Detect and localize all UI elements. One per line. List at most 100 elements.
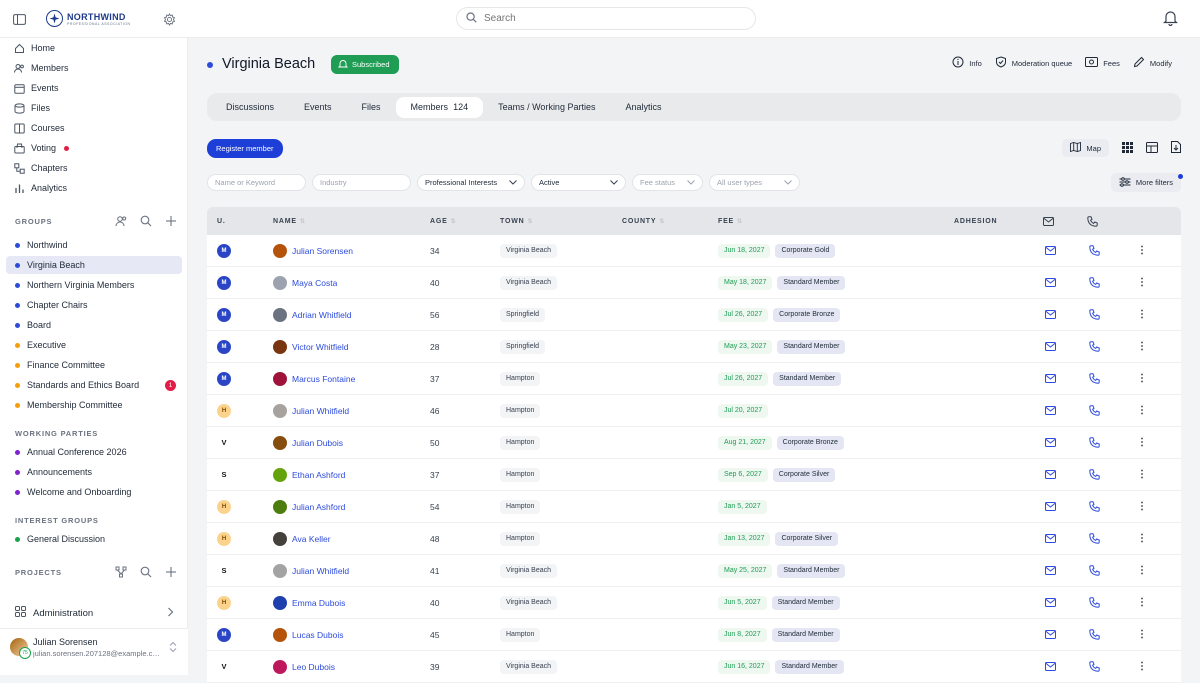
row-menu-kebab-icon[interactable]: ⋮ <box>1135 331 1149 362</box>
member-name-link[interactable]: Julian Whitfield <box>292 566 349 576</box>
table-row[interactable]: M Lucas Dubois 45 Hampton Jun 8, 2027 Standar… <box>207 619 1181 651</box>
register-member-button[interactable]: Register member <box>207 139 283 158</box>
email-member-icon[interactable] <box>1043 491 1057 522</box>
professional-interests-select[interactable]: Professional Interests <box>417 174 525 191</box>
column-header-county[interactable]: COUNTY ⇅ <box>622 207 665 235</box>
call-member-icon[interactable] <box>1087 555 1101 586</box>
row-menu-kebab-icon[interactable]: ⋮ <box>1135 651 1149 682</box>
manage-users-icon[interactable] <box>115 215 127 229</box>
row-menu-kebab-icon[interactable]: ⋮ <box>1135 587 1149 618</box>
more-filters-button[interactable]: More filters <box>1110 173 1183 192</box>
member-name-link[interactable]: Ava Keller <box>292 534 331 544</box>
email-member-icon[interactable] <box>1043 523 1057 554</box>
group-item-chapter-chairs[interactable]: Chapter Chairs <box>6 296 182 314</box>
call-member-icon[interactable] <box>1087 363 1101 394</box>
table-row[interactable]: M Adrian Whitfield 56 Springfield Jul 26, 20… <box>207 299 1181 331</box>
table-row[interactable]: H Emma Dubois 40 Virginia Beach Jun 5, 2027 S… <box>207 587 1181 619</box>
member-name-link[interactable]: Julian Dubois <box>292 438 343 448</box>
call-member-icon[interactable] <box>1087 491 1101 522</box>
member-name-link[interactable]: Emma Dubois <box>292 598 345 608</box>
tab-discussions[interactable]: Discussions <box>211 97 289 118</box>
row-menu-kebab-icon[interactable]: ⋮ <box>1135 299 1149 330</box>
tab-members[interactable]: Members 124 <box>395 96 484 118</box>
row-menu-kebab-icon[interactable]: ⋮ <box>1135 363 1149 394</box>
email-member-icon[interactable] <box>1043 619 1057 650</box>
member-name-link[interactable]: Julian Sorensen <box>292 246 353 256</box>
group-item-announcements[interactable]: Announcements <box>6 463 182 481</box>
row-menu-kebab-icon[interactable]: ⋮ <box>1135 235 1149 266</box>
table-row[interactable]: H Ava Keller 48 Hampton Jan 13, 2027 Corporat… <box>207 523 1181 555</box>
email-member-icon[interactable] <box>1043 235 1057 266</box>
email-member-icon[interactable] <box>1043 363 1057 394</box>
table-row[interactable]: S Julian Whitfield 41 Virginia Beach May 25,… <box>207 555 1181 587</box>
sidebar-item-voting[interactable]: Voting <box>6 139 182 157</box>
row-menu-kebab-icon[interactable]: ⋮ <box>1135 619 1149 650</box>
fee-status-select[interactable]: Fee status <box>632 174 703 191</box>
call-member-icon[interactable] <box>1087 331 1101 362</box>
email-member-icon[interactable] <box>1043 267 1057 298</box>
tab-events[interactable]: Events <box>289 97 347 118</box>
add-project-icon[interactable] <box>165 566 177 580</box>
tab-analytics[interactable]: Analytics <box>610 97 676 118</box>
email-member-icon[interactable] <box>1043 555 1057 586</box>
member-name-link[interactable]: Maya Costa <box>292 278 337 288</box>
table-row[interactable]: H Julian Whitfield 46 Hampton Jul 20, 2027 ⋮ <box>207 395 1181 427</box>
call-member-icon[interactable] <box>1087 395 1101 426</box>
row-menu-kebab-icon[interactable]: ⋮ <box>1135 395 1149 426</box>
subscribed-button[interactable]: Subscribed <box>331 55 399 74</box>
settings-gear-icon[interactable] <box>161 11 177 27</box>
user-types-select[interactable]: All user types <box>709 174 800 191</box>
fees-action[interactable]: Fees <box>1085 56 1120 70</box>
table-row[interactable]: S Ethan Ashford 37 Hampton Sep 6, 2027 Corpor… <box>207 459 1181 491</box>
tab-files[interactable]: Files <box>347 97 396 118</box>
grid-view-icon[interactable] <box>1122 141 1133 155</box>
group-item-general-discussion[interactable]: General Discussion <box>6 530 182 548</box>
call-member-icon[interactable] <box>1087 651 1101 682</box>
member-name-link[interactable]: Julian Whitfield <box>292 406 349 416</box>
sidebar-item-chapters[interactable]: Chapters <box>6 159 182 177</box>
table-row[interactable]: M Marcus Fontaine 37 Hampton Jul 26, 2027 Sta… <box>207 363 1181 395</box>
chevron-up-down-icon[interactable] <box>169 641 177 655</box>
email-member-icon[interactable] <box>1043 395 1057 426</box>
email-member-icon[interactable] <box>1043 459 1057 490</box>
table-row[interactable]: V Julian Dubois 50 Hampton Aug 21, 2027 Corpo… <box>207 427 1181 459</box>
search-input[interactable] <box>484 13 724 24</box>
search-groups-icon[interactable] <box>140 215 152 229</box>
moderation-queue-action[interactable]: Moderation queue <box>995 56 1072 70</box>
column-header-age[interactable]: AGE ⇅ <box>430 207 456 235</box>
member-name-link[interactable]: Marcus Fontaine <box>292 374 355 384</box>
group-item-board[interactable]: Board <box>6 316 182 334</box>
column-header-name[interactable]: NAME ⇅ <box>273 207 306 235</box>
member-name-link[interactable]: Leo Dubois <box>292 662 335 672</box>
notifications-bell-icon[interactable] <box>1162 10 1178 26</box>
global-search[interactable] <box>456 7 756 30</box>
modify-action[interactable]: Modify <box>1133 56 1172 70</box>
status-select[interactable]: Active <box>531 174 626 191</box>
tab-teams-working-parties[interactable]: Teams / Working Parties <box>483 97 610 118</box>
row-menu-kebab-icon[interactable]: ⋮ <box>1135 427 1149 458</box>
email-member-icon[interactable] <box>1043 427 1057 458</box>
sidebar-item-members[interactable]: Members <box>6 59 182 77</box>
call-member-icon[interactable] <box>1087 267 1101 298</box>
group-item-membership-committee[interactable]: Membership Committee <box>6 396 182 414</box>
column-header-u[interactable]: U. <box>217 207 226 235</box>
name-keyword-input[interactable]: Name or Keyword <box>207 174 306 191</box>
administration-item[interactable]: Administration <box>6 603 182 623</box>
group-item-annual-conference-2026[interactable]: Annual Conference 2026 <box>6 443 182 461</box>
member-name-link[interactable]: Ethan Ashford <box>292 470 345 480</box>
table-row[interactable]: M Victor Whitfield 28 Springfield May 23, 20… <box>207 331 1181 363</box>
table-row[interactable]: V Leo Dubois 39 Virginia Beach Jun 16, 2027 S… <box>207 651 1181 683</box>
email-member-icon[interactable] <box>1043 299 1057 330</box>
call-member-icon[interactable] <box>1087 459 1101 490</box>
column-header-town[interactable]: TOWN ⇅ <box>500 207 533 235</box>
email-member-icon[interactable] <box>1043 651 1057 682</box>
group-item-welcome-and-onboarding[interactable]: Welcome and Onboarding <box>6 483 182 501</box>
call-member-icon[interactable] <box>1087 523 1101 554</box>
sidebar-toggle-icon[interactable] <box>11 11 27 27</box>
export-file-icon[interactable] <box>1171 141 1181 155</box>
member-name-link[interactable]: Lucas Dubois <box>292 630 344 640</box>
info-action[interactable]: Info <box>952 56 982 70</box>
group-item-executive[interactable]: Executive <box>6 336 182 354</box>
search-projects-icon[interactable] <box>140 566 152 580</box>
sidebar-item-events[interactable]: Events <box>6 79 182 97</box>
